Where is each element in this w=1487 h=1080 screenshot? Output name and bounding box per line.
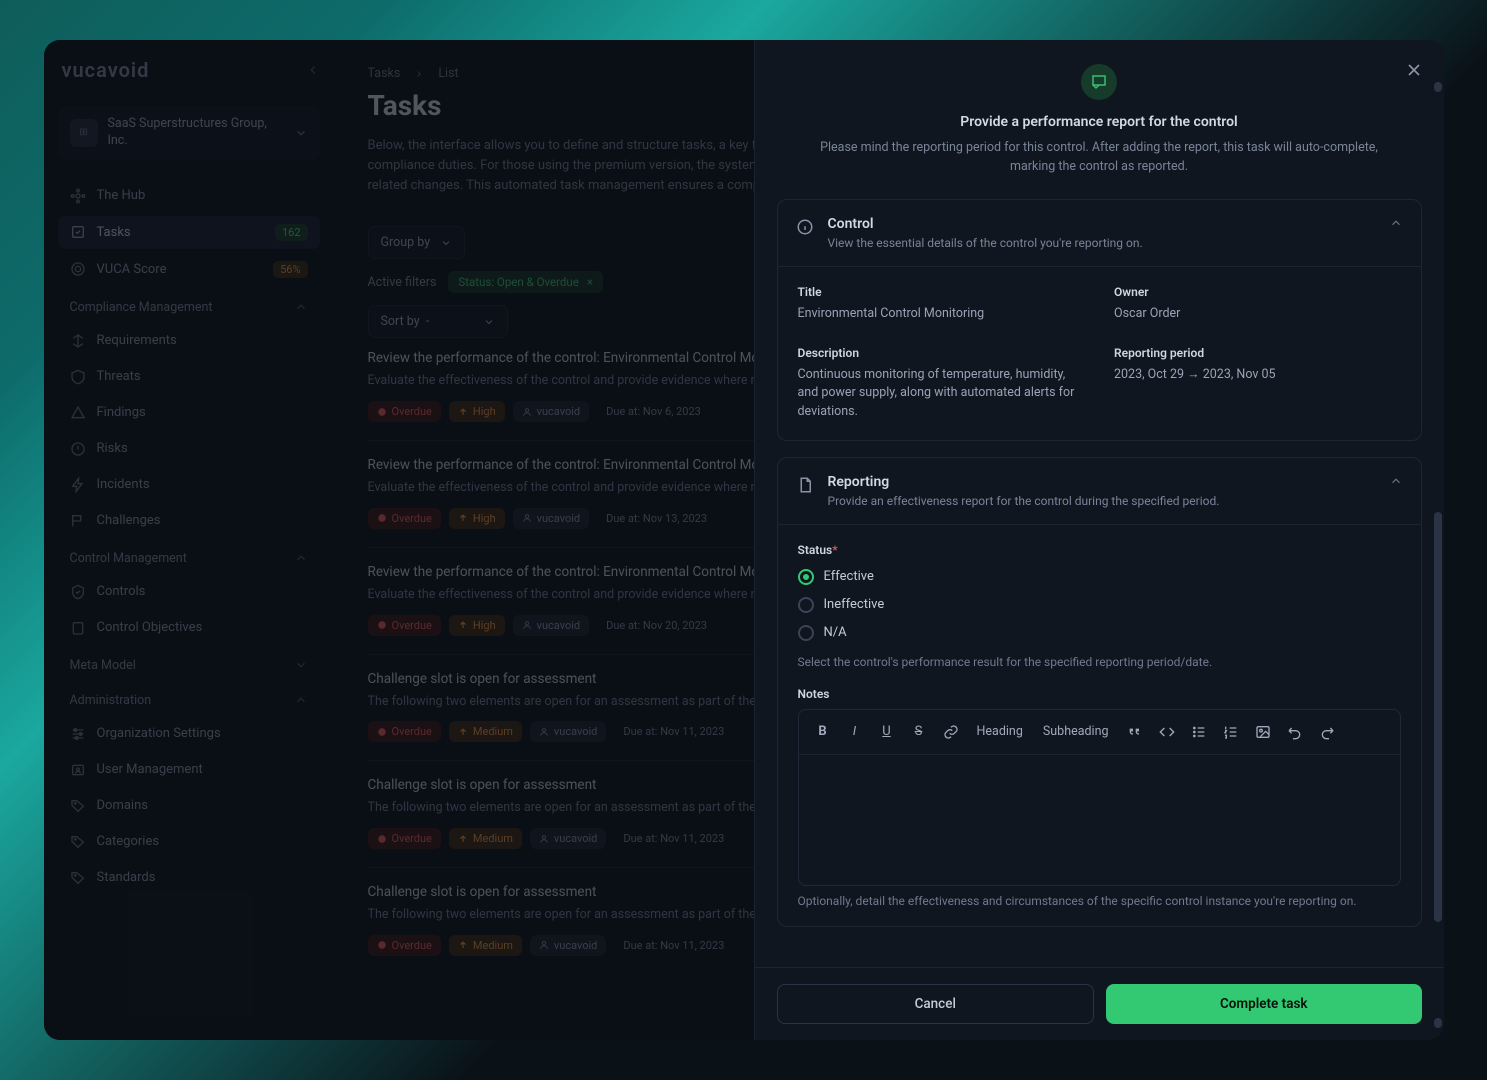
strike-button[interactable]: S [905,718,933,746]
notes-help: Optionally, detail the effectiveness and… [798,894,1401,908]
image-button[interactable] [1249,718,1277,746]
image-icon [1255,724,1271,740]
drawer-title: Provide a performance report for the con… [777,114,1422,130]
chevron-up-icon [1389,216,1403,230]
drawer-footer: Cancel Complete task [755,967,1444,1040]
radio-effective[interactable]: Effective [798,563,1401,591]
control-card: Control View the essential details of th… [777,199,1422,441]
complete-task-button[interactable]: Complete task [1106,984,1422,1024]
app-window: vucavoid ⊞ SaaS Superstructures Group, I… [44,40,1444,1040]
reporting-card-title: Reporting [828,474,1375,490]
heading-button[interactable]: Heading [969,718,1031,746]
undo-icon [1287,724,1303,740]
editor-toolbar: B I U S Heading Subheading [799,710,1400,755]
link-button[interactable] [937,718,965,746]
subheading-button[interactable]: Subheading [1035,718,1117,746]
radio-label: Ineffective [824,597,885,612]
bullet-list-button[interactable] [1185,718,1213,746]
list-icon [1191,724,1207,740]
notes-textarea[interactable] [799,755,1400,885]
quote-icon [1127,724,1143,740]
drawer-subtitle: Please mind the reporting period for thi… [819,138,1379,177]
bold-button[interactable]: B [809,718,837,746]
field-title-value: Environmental Control Monitoring [798,305,1085,324]
status-label: Status* [798,543,1401,557]
info-icon [796,218,814,236]
control-card-sub: View the essential details of the contro… [828,236,1375,250]
redo-icon [1319,724,1335,740]
reporting-card: Reporting Provide an effectiveness repor… [777,457,1422,927]
code-button[interactable] [1153,718,1181,746]
radio-dot-icon [798,597,814,613]
undo-button[interactable] [1281,718,1309,746]
report-icon [1081,64,1117,100]
notes-label: Notes [798,687,1401,701]
radio-dot-icon [798,569,814,585]
field-desc-label: Description [798,346,1085,360]
radio-dot-icon [798,625,814,641]
document-icon [796,476,814,494]
reporting-card-sub: Provide an effectiveness report for the … [828,494,1375,508]
field-desc-value: Continuous monitoring of temperature, hu… [798,366,1085,422]
italic-button[interactable]: I [841,718,869,746]
ordered-list-icon [1223,724,1239,740]
status-help: Select the control's performance result … [798,655,1401,669]
radio-label: Effective [824,569,874,584]
number-list-button[interactable] [1217,718,1245,746]
scrollbar-thumb[interactable] [1434,512,1442,922]
field-period-value: 2023, Oct 29 → 2023, Nov 05 [1114,366,1401,385]
field-owner-value: Oscar Order [1114,305,1401,324]
scrollbar-arrow-up[interactable] [1434,82,1442,92]
close-icon [1404,60,1424,80]
radio-ineffective[interactable]: Ineffective [798,591,1401,619]
link-icon [943,724,959,740]
quote-button[interactable] [1121,718,1149,746]
redo-button[interactable] [1313,718,1341,746]
scrollbar-track [1434,82,1442,1028]
scrollbar-arrow-down[interactable] [1434,1018,1442,1028]
control-card-title: Control [828,216,1375,232]
underline-button[interactable]: U [873,718,901,746]
radio-label: N/A [824,625,847,640]
drawer-panel: Provide a performance report for the con… [754,40,1444,1040]
notes-editor: B I U S Heading Subheading [798,709,1401,886]
field-period-label: Reporting period [1114,346,1401,360]
chevron-up-icon [1389,474,1403,488]
control-card-header[interactable]: Control View the essential details of th… [778,200,1421,267]
field-title-label: Title [798,285,1085,299]
code-icon [1159,724,1175,740]
radio-na[interactable]: N/A [798,619,1401,647]
reporting-card-header[interactable]: Reporting Provide an effectiveness repor… [778,458,1421,525]
cancel-button[interactable]: Cancel [777,984,1095,1024]
field-owner-label: Owner [1114,285,1401,299]
close-button[interactable] [1404,60,1424,80]
